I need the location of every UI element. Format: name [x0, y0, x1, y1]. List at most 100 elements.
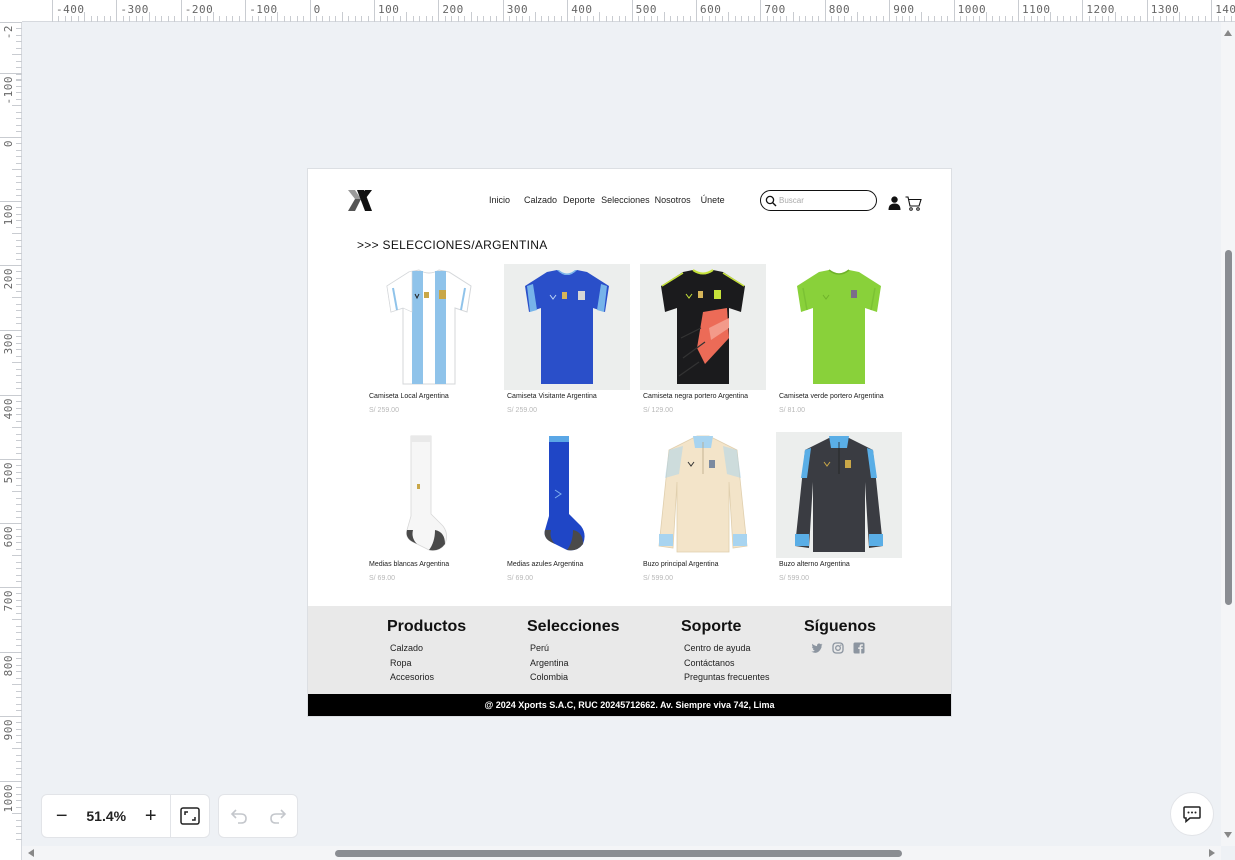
footer-link[interactable]: Colombia: [530, 670, 620, 685]
product-image[interactable]: [640, 264, 766, 390]
footer-link[interactable]: Preguntas frecuentes: [684, 670, 770, 685]
product-image[interactable]: [366, 264, 492, 390]
footer-link[interactable]: Perú: [530, 641, 620, 656]
vertical-scrollbar[interactable]: [1221, 22, 1235, 846]
redo-icon[interactable]: [269, 807, 287, 825]
ruler-tick: [1095, 16, 1097, 22]
scroll-down-arrow-icon[interactable]: [1224, 832, 1232, 838]
ruler-tick: [683, 16, 685, 22]
nav-selecciones[interactable]: Selecciones: [601, 195, 650, 205]
search-input[interactable]: [779, 196, 869, 205]
ruler-tick: [702, 16, 704, 22]
product-price: S/ 129.00: [643, 407, 673, 414]
zoom-out-button[interactable]: −: [42, 795, 82, 837]
fit-to-screen-button[interactable]: [170, 795, 209, 837]
ruler-tick: [16, 735, 22, 737]
scroll-up-arrow-icon[interactable]: [1224, 30, 1232, 36]
product-card[interactable]: Camiseta Local Argentina S/ 259.00: [366, 264, 494, 414]
zoom-in-button[interactable]: +: [131, 795, 171, 837]
ruler-tick: [155, 16, 157, 22]
nav-unete[interactable]: Únete: [701, 195, 725, 205]
ruler-tick: [470, 12, 472, 22]
design-frame[interactable]: Inicio Calzado Deporte Selecciones Nosot…: [308, 169, 951, 716]
nav-inicio[interactable]: Inicio: [489, 195, 510, 205]
product-card[interactable]: Camiseta negra portero Argentina S/ 129.…: [640, 264, 768, 414]
ruler-tick: [16, 316, 22, 318]
nav-nosotros[interactable]: Nosotros: [655, 195, 691, 205]
product-card[interactable]: Buzo alterno Argentina S/ 599.00: [776, 432, 904, 582]
ruler-tick: [16, 671, 22, 673]
nav-calzado[interactable]: Calzado: [524, 195, 557, 205]
ruler-tick: [16, 722, 22, 724]
product-image[interactable]: [776, 264, 902, 390]
ruler-tick: [16, 85, 22, 87]
instagram-icon[interactable]: [832, 641, 844, 654]
product-image[interactable]: [366, 432, 492, 558]
footer-heading: Productos: [387, 618, 467, 635]
ruler-tick: [258, 16, 260, 22]
footer-link[interactable]: Argentina: [530, 656, 620, 671]
scroll-right-arrow-icon[interactable]: [1209, 849, 1215, 857]
chat-button[interactable]: [1170, 792, 1214, 836]
ruler-tick-label: 0: [309, 0, 320, 22]
breadcrumb: >>> SELECCIONES/ARGENTINA: [357, 238, 548, 252]
ruler-tick: [16, 516, 22, 518]
horizontal-scroll-thumb[interactable]: [335, 850, 902, 857]
ruler-tick: [12, 555, 22, 557]
product-card[interactable]: Medias blancas Argentina S/ 69.00: [366, 432, 494, 582]
ruler-tick: [12, 748, 22, 750]
product-card[interactable]: Buzo principal Argentina S/ 599.00: [640, 432, 768, 582]
footer-link[interactable]: Calzado: [390, 641, 466, 656]
product-image[interactable]: [640, 432, 766, 558]
product-card[interactable]: Camiseta verde portero Argentina S/ 81.0…: [776, 264, 904, 414]
zoom-level[interactable]: 51.4%: [82, 808, 131, 824]
x-logo-icon[interactable]: [348, 190, 372, 211]
ruler-tick: [16, 387, 22, 389]
footer-heading: Soporte: [681, 618, 742, 635]
search-box[interactable]: [760, 190, 877, 211]
undo-icon[interactable]: [230, 807, 248, 825]
ruler-tick: [354, 16, 356, 22]
ruler-tick: [670, 16, 672, 22]
vertical-scroll-thumb[interactable]: [1225, 250, 1232, 605]
ruler-tick: [16, 658, 22, 660]
ruler-tick: [747, 16, 749, 22]
ruler-tick: [1153, 16, 1155, 22]
ruler-tick: [16, 98, 22, 100]
product-image[interactable]: [776, 432, 902, 558]
ruler-tick: [16, 465, 22, 467]
ruler-tick: [457, 16, 459, 22]
horizontal-scrollbar[interactable]: [22, 846, 1221, 860]
footer-link[interactable]: Contáctanos: [684, 656, 770, 671]
user-icon[interactable]: [888, 196, 901, 210]
product-image[interactable]: [504, 264, 630, 390]
ruler-tick: [947, 16, 949, 22]
scroll-left-arrow-icon[interactable]: [28, 849, 34, 857]
ruler-tick: [16, 504, 22, 506]
twitter-icon[interactable]: [811, 641, 823, 653]
product-card[interactable]: Medias azules Argentina S/ 69.00: [504, 432, 632, 582]
ruler-tick: [16, 258, 22, 260]
ruler-tick: [1133, 16, 1135, 22]
ruler-corner: [0, 0, 22, 22]
ruler-tick: [71, 16, 73, 22]
ruler-tick: [16, 644, 22, 646]
ruler-tick: [12, 233, 22, 235]
ruler-tick: [16, 342, 22, 344]
ruler-tick: [16, 446, 22, 448]
product-card[interactable]: Camiseta Visitante Argentina S/ 259.00: [504, 264, 632, 414]
footer-link[interactable]: Accesorios: [390, 670, 466, 685]
cart-icon[interactable]: [905, 196, 922, 211]
product-image[interactable]: [504, 432, 630, 558]
ruler-tick: [16, 290, 22, 292]
ruler-tick: [766, 16, 768, 22]
nav-deporte[interactable]: Deporte: [563, 195, 595, 205]
ruler-tick: [625, 16, 627, 22]
ruler-tick: [16, 407, 22, 409]
facebook-icon[interactable]: [853, 641, 865, 654]
ruler-tick: [16, 381, 22, 383]
ruler-tick-label: 200: [438, 0, 463, 22]
footer-link[interactable]: Ropa: [390, 656, 466, 671]
ruler-tick: [882, 16, 884, 22]
footer-link[interactable]: Centro de ayuda: [684, 641, 770, 656]
